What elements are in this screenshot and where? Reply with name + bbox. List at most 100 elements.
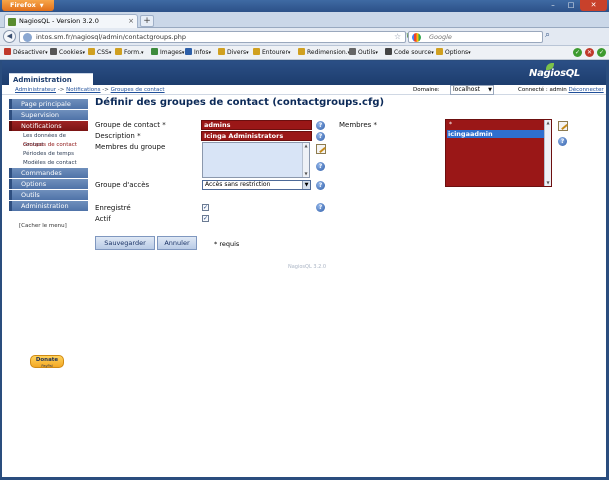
title-bar: Firefox ▼ – □ ✕ [0, 0, 609, 12]
chevron-down-icon: ▼ [488, 87, 492, 93]
sidebar-item-tools[interactable]: Outils [9, 190, 88, 200]
sidebar-sub-time-periods[interactable]: Périodes de temps [9, 150, 88, 159]
minimize-icon[interactable]: – [544, 0, 562, 11]
google-icon [412, 33, 421, 42]
toolbar-cookies[interactable]: Cookies▾ [50, 48, 85, 58]
toolbar-divers[interactable]: Divers▾ [218, 48, 249, 58]
edit-icon[interactable] [316, 144, 326, 154]
members-scrollbar[interactable]: ▲ ▼ [544, 120, 551, 186]
scroll-down-icon[interactable]: ▼ [545, 180, 551, 186]
back-arrow-icon[interactable]: ◀ [3, 30, 16, 43]
sidebar-item-options[interactable]: Options [9, 179, 88, 189]
domain-label: Domaine: [413, 87, 440, 93]
toolbar-css[interactable]: CSS▾ [88, 48, 111, 58]
search-bar[interactable]: Google [408, 31, 543, 43]
search-magnifier-icon[interactable]: ⌕ [545, 30, 550, 40]
toolbar-entourer[interactable]: Entourer▾ [253, 48, 290, 58]
pencil-icon [253, 48, 260, 55]
scroll-up-icon[interactable]: ▲ [303, 143, 309, 149]
tools-icon [349, 48, 356, 55]
close-window-icon[interactable]: ✕ [580, 0, 607, 11]
donate-button[interactable]: Donate PayPal [30, 355, 64, 368]
caret-down-icon: ▾ [141, 50, 144, 56]
browser-window: Firefox ▼ – □ ✕ NagiosQL - Version 3.2.0 … [0, 0, 609, 480]
caret-down-icon: ▾ [431, 50, 434, 56]
toolbar-images[interactable]: Images▾ [151, 48, 184, 58]
members-option-selected[interactable]: icingaadmin [447, 130, 544, 138]
help-icon[interactable]: ? [558, 137, 567, 146]
toolbar-outils[interactable]: Outils▾ [349, 48, 378, 58]
sidebar-item-notifications[interactable]: Notifications [9, 121, 88, 131]
search-placeholder: Google [429, 33, 452, 41]
url-bar[interactable]: intos.sm.fr/nagiosql/admin/contactgroups… [19, 31, 413, 43]
connected-status: Connecté : admin Déconnecter [518, 87, 604, 93]
sidebar-item-commands[interactable]: Commandes [9, 168, 88, 178]
help-icon[interactable]: ? [316, 162, 325, 171]
scroll-down-icon[interactable]: ▼ [303, 171, 309, 177]
sidebar-sub-contact-groups[interactable]: Groupes de contact [9, 141, 88, 150]
description-label: Description * [95, 132, 141, 140]
active-checkbox[interactable]: ✓ [202, 215, 209, 222]
required-note: * requis [214, 240, 240, 248]
group-input[interactable]: admins [201, 120, 312, 130]
cancel-button[interactable]: Annuler [157, 236, 197, 250]
url-text: intos.sm.fr/nagiosql/admin/contactgroups… [36, 33, 186, 41]
toolbar-form[interactable]: Form.▾ [115, 48, 144, 58]
favicon-icon [8, 18, 16, 26]
sidebar-item-supervision[interactable]: Supervision [9, 110, 88, 120]
info-icon [185, 48, 192, 55]
sidebar-sub-contact-data[interactable]: Les données de contact [9, 132, 88, 148]
access-group-label: Groupe d'accès [95, 181, 150, 189]
description-input[interactable]: Icinga Administrators [201, 131, 312, 141]
firefox-menu-button[interactable]: Firefox ▼ [2, 0, 54, 11]
help-icon[interactable]: ? [316, 132, 325, 141]
registered-checkbox[interactable]: ✓ [202, 204, 209, 211]
hide-menu-link[interactable]: [Cacher le menu] [9, 223, 88, 229]
help-icon[interactable]: ? [316, 181, 325, 190]
members-listbox[interactable]: * icingaadmin ▲ ▼ [445, 119, 552, 187]
version-footer: NagiosQL 3.2.0 [288, 264, 327, 270]
error-icon[interactable]: ✕ [585, 48, 594, 57]
bookmark-star-icon[interactable]: ☆ [394, 32, 401, 42]
help-icon[interactable]: ? [316, 203, 325, 212]
ok-check-icon[interactable]: ✓ [573, 48, 582, 57]
globe-icon [23, 33, 32, 42]
no-entry-icon [4, 48, 11, 55]
toolbar-options[interactable]: Options▾ [436, 48, 471, 58]
sidebar-sub-contact-templates[interactable]: Modèles de contact [9, 159, 88, 168]
resize-icon [298, 48, 305, 55]
logout-link[interactable]: Déconnecter [568, 87, 603, 93]
access-group-select[interactable]: Accès sans restriction ▼ [202, 180, 311, 190]
group-members-listbox[interactable]: ▲ ▼ [202, 142, 310, 178]
toolbar-redimension[interactable]: Redimension.▾ [298, 48, 350, 58]
source-icon [385, 48, 392, 55]
chevron-down-icon: ▼ [302, 181, 310, 189]
toolbar-code-source[interactable]: Code source▾ [385, 48, 434, 58]
toolbar-d-sactiver[interactable]: Désactiver▾ [4, 48, 48, 58]
breadcrumb-notifications[interactable]: Notifications [66, 87, 100, 93]
breadcrumb-contact-groups[interactable]: Groupes de contact [111, 87, 165, 93]
sidebar-item-administration[interactable]: Administration [9, 201, 88, 211]
browser-tab[interactable]: NagiosQL - Version 3.2.0 × [4, 14, 138, 28]
edit-icon[interactable] [558, 121, 568, 131]
page-viewport: Administration NagiosQL Administrateur -… [2, 61, 606, 477]
valid-check-icon[interactable]: ✓ [597, 48, 606, 57]
breadcrumb-admin[interactable]: Administrateur [15, 87, 56, 93]
group-members-label: Membres du groupe [95, 143, 166, 151]
sidebar-item-main[interactable]: Page principale [9, 99, 88, 109]
page-title: Définir des groupes de contact (contactg… [95, 97, 385, 108]
caret-down-icon: ▾ [45, 50, 48, 56]
admin-section-tab[interactable]: Administration [9, 73, 93, 85]
maximize-icon[interactable]: □ [562, 0, 580, 11]
save-button[interactable]: Sauvegarder [95, 236, 155, 250]
toolbar-infos[interactable]: Infos▾ [185, 48, 211, 58]
new-tab-button[interactable]: + [140, 15, 154, 27]
scroll-up-icon[interactable]: ▲ [545, 120, 551, 126]
domain-select[interactable]: localhost ▼ [450, 85, 494, 95]
tab-strip: NagiosQL - Version 3.2.0 × + [0, 12, 609, 28]
members-option-all[interactable]: * [449, 121, 452, 128]
listbox-scrollbar[interactable]: ▲ ▼ [302, 143, 309, 177]
tab-close-icon[interactable]: × [128, 15, 134, 28]
help-icon[interactable]: ? [316, 121, 325, 130]
pencil-icon [88, 48, 95, 55]
